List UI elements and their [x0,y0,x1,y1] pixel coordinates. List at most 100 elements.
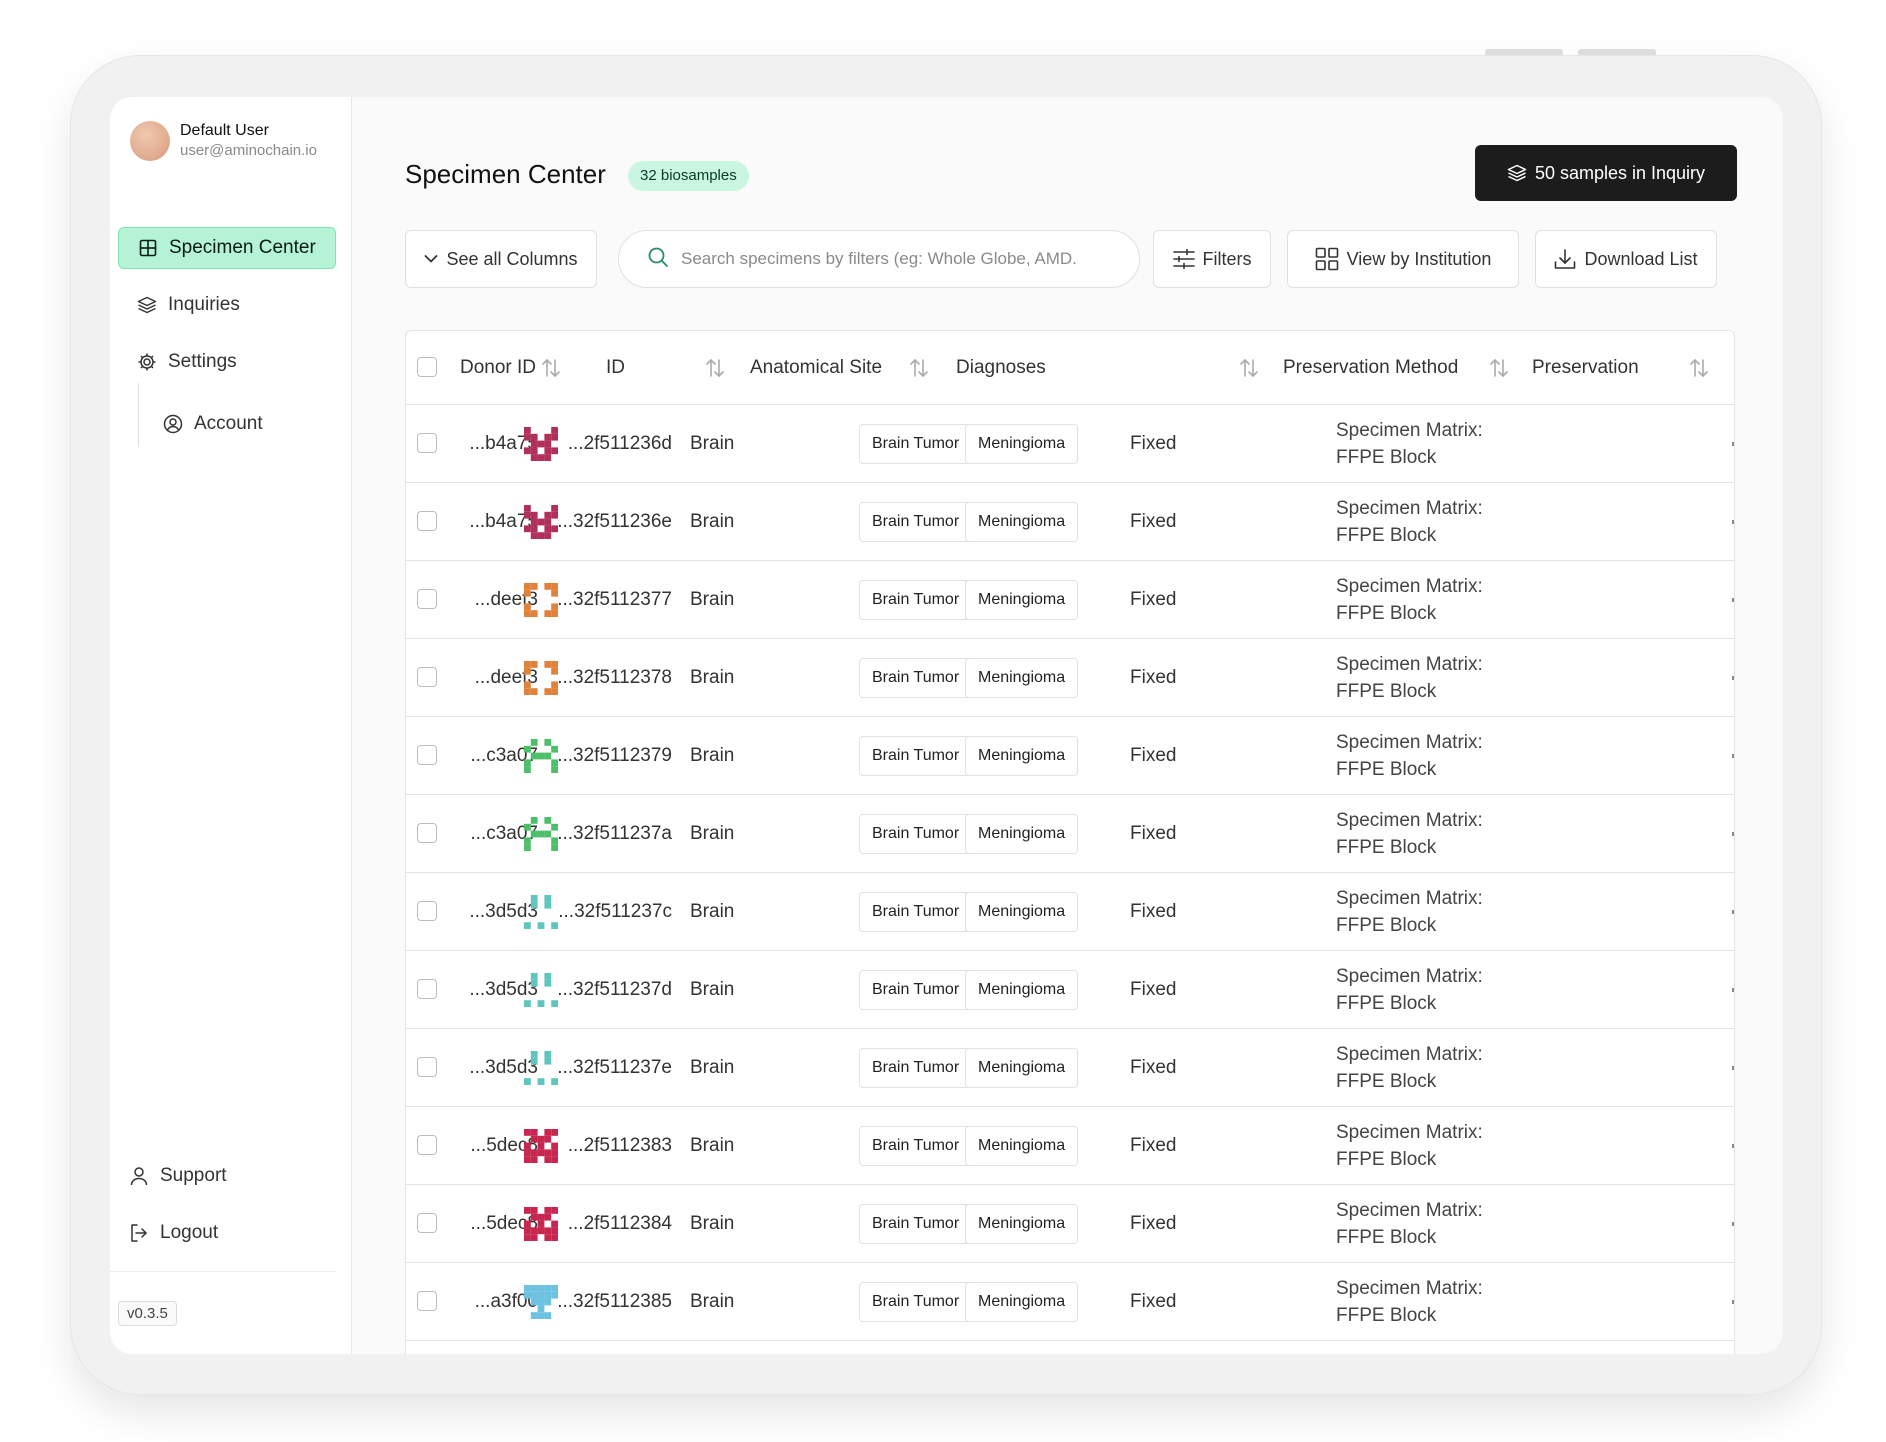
diagnosis-tag[interactable]: Meningioma [965,1048,1079,1088]
diagnosis-tag[interactable]: Brain Tumor [859,736,973,776]
specimen-id: ...32f511236e [557,511,672,532]
see-all-columns-button[interactable]: See all Columns [405,230,597,288]
sidebar-item-label: Logout [160,1222,219,1243]
row-checkbox[interactable] [417,901,437,921]
diagnosis-tag[interactable]: Meningioma [965,814,1079,854]
sort-icon[interactable] [702,355,728,381]
donor-identicon [524,817,558,851]
diagnosis-tag[interactable]: Brain Tumor [859,1204,973,1244]
diagnosis-tag[interactable]: Meningioma [965,1282,1079,1322]
diagnosis-tag[interactable]: Brain Tumor [859,970,973,1010]
table-row[interactable]: ...3d5d3 ...32f511237c Brain Brain Tumor… [406,873,1734,951]
diagnosis-tag[interactable]: Meningioma [965,892,1079,932]
sort-icon[interactable] [538,355,564,381]
search-input[interactable] [681,249,1121,269]
preservation-line: FFPE Block [1336,837,1437,858]
diagnosis-tag[interactable]: Brain Tumor [859,814,973,854]
row-checkbox[interactable] [417,667,437,687]
diagnosis-tag[interactable]: Brain Tumor [859,1282,973,1322]
truncated-column-marker [1732,988,1734,992]
specimen-id: ...32f5112385 [557,1291,672,1312]
sidebar-item-settings[interactable]: Settings [118,341,336,383]
sidebar-item-logout[interactable]: Logout [110,1212,328,1254]
diagnosis-tag[interactable]: Meningioma [965,502,1079,542]
diagnosis-tag[interactable]: Brain Tumor [859,502,973,542]
diagnosis-tag[interactable]: Brain Tumor [859,658,973,698]
diagnosis-tag[interactable]: Meningioma [965,1126,1079,1166]
diagnosis-tag[interactable]: Brain Tumor [859,580,973,620]
column-header-id[interactable]: ID [606,331,625,405]
column-header-preservation-method[interactable]: Preservation Method [1283,331,1458,405]
diagnosis-tag[interactable]: Meningioma [965,736,1079,776]
row-checkbox[interactable] [417,511,437,531]
table-row[interactable]: ...a3f00 ...32f5112385 Brain Brain Tumor… [406,1263,1734,1341]
table-row[interactable]: ...3d5d3 ...32f511237d Brain Brain Tumor… [406,951,1734,1029]
sidebar-item-label: Support [160,1165,227,1186]
row-checkbox[interactable] [417,1135,437,1155]
sort-icon[interactable] [1486,355,1512,381]
row-checkbox[interactable] [417,1057,437,1077]
specimen-table: Donor ID ID Anatomical Site Diagnoses Pr… [405,330,1735,1354]
download-list-button[interactable]: Download List [1535,230,1717,288]
table-row[interactable]: ...b4a75 ...32f511236e Brain Brain Tumor… [406,483,1734,561]
diagnosis-tag[interactable]: Brain Tumor [859,424,973,464]
preservation: Specimen Matrix: FFPE Block [1336,651,1483,705]
table-row[interactable]: ...deef3 ...32f5112377 Brain Brain Tumor… [406,561,1734,639]
sidebar-item-specimen-center[interactable]: Specimen Center [118,227,336,269]
sidebar-item-inquiries[interactable]: Inquiries [118,284,336,326]
sort-icon[interactable] [1236,355,1262,381]
diagnosis-tag[interactable]: Brain Tumor [859,892,973,932]
anatomical-site: Brain [690,901,735,922]
sort-icon[interactable] [906,355,932,381]
table-row[interactable]: ...3d5d3 ...32f511237e Brain Brain Tumor… [406,1029,1734,1107]
diagnosis-tag[interactable]: Brain Tumor [859,1048,973,1088]
diagnosis-tag[interactable]: Meningioma [965,658,1079,698]
search-bar[interactable] [618,230,1140,288]
diagnosis-tag[interactable]: Brain Tumor [859,1126,973,1166]
preservation-line: FFPE Block [1336,603,1437,624]
table-row[interactable]: ...c3a07 ...32f5112379 Brain Brain Tumor… [406,717,1734,795]
view-by-institution-button[interactable]: View by Institution [1287,230,1519,288]
table-row[interactable]: ...5dec8 ...2f5112384 Brain Brain Tumor … [406,1185,1734,1263]
table-row[interactable]: ...c3a07 ...32f511237a Brain Brain Tumor… [406,795,1734,873]
filters-button[interactable]: Filters [1153,230,1271,288]
layers-icon [136,294,158,316]
row-checkbox[interactable] [417,745,437,765]
diagnosis-tag[interactable]: Meningioma [965,970,1079,1010]
anatomical-site: Brain [690,433,735,454]
row-checkbox[interactable] [417,823,437,843]
user-icon [128,1165,150,1187]
table-row[interactable]: ...5dec8 ...2f5112383 Brain Brain Tumor … [406,1107,1734,1185]
truncated-column-marker [1732,598,1734,602]
table-row[interactable]: ...deef3 ...32f5112378 Brain Brain Tumor… [406,639,1734,717]
row-checkbox[interactable] [417,1213,437,1233]
see-all-columns-label: See all Columns [446,248,578,269]
anatomical-site: Brain [690,979,735,1000]
sidebar-item-account[interactable]: Account [144,403,334,445]
sidebar-item-support[interactable]: Support [110,1155,328,1197]
preservation: Specimen Matrix: FFPE Block [1336,1119,1483,1173]
column-header-preservation[interactable]: Preservation [1532,331,1639,405]
row-checkbox[interactable] [417,433,437,453]
sidebar-item-label: Settings [168,351,237,372]
sort-icon[interactable] [1686,355,1712,381]
anatomical-site: Brain [690,511,735,532]
row-checkbox[interactable] [417,1291,437,1311]
preservation-method: Fixed [1130,901,1177,922]
column-header-anatomical-site[interactable]: Anatomical Site [750,331,882,405]
select-all-checkbox[interactable] [417,357,437,377]
row-checkbox[interactable] [417,979,437,999]
specimen-id: ...2f511236d [567,433,672,454]
diagnosis-tag[interactable]: Meningioma [965,1204,1079,1244]
samples-in-inquiry-button[interactable]: 50 samples in Inquiry [1475,145,1737,201]
row-checkbox[interactable] [417,589,437,609]
user-profile[interactable]: Default User user@aminochain.io [130,121,317,161]
diagnosis-tag[interactable]: Meningioma [965,424,1079,464]
table-row[interactable]: ...b4a75 ...2f511236d Brain Brain Tumor … [406,405,1734,483]
truncated-column-marker [1732,1066,1734,1070]
column-header-donor-id[interactable]: Donor ID [460,331,536,405]
column-header-diagnoses[interactable]: Diagnoses [956,331,1046,405]
preservation-line: Specimen Matrix: [1336,1278,1483,1299]
download-list-label: Download List [1584,248,1698,269]
diagnosis-tag[interactable]: Meningioma [965,580,1079,620]
